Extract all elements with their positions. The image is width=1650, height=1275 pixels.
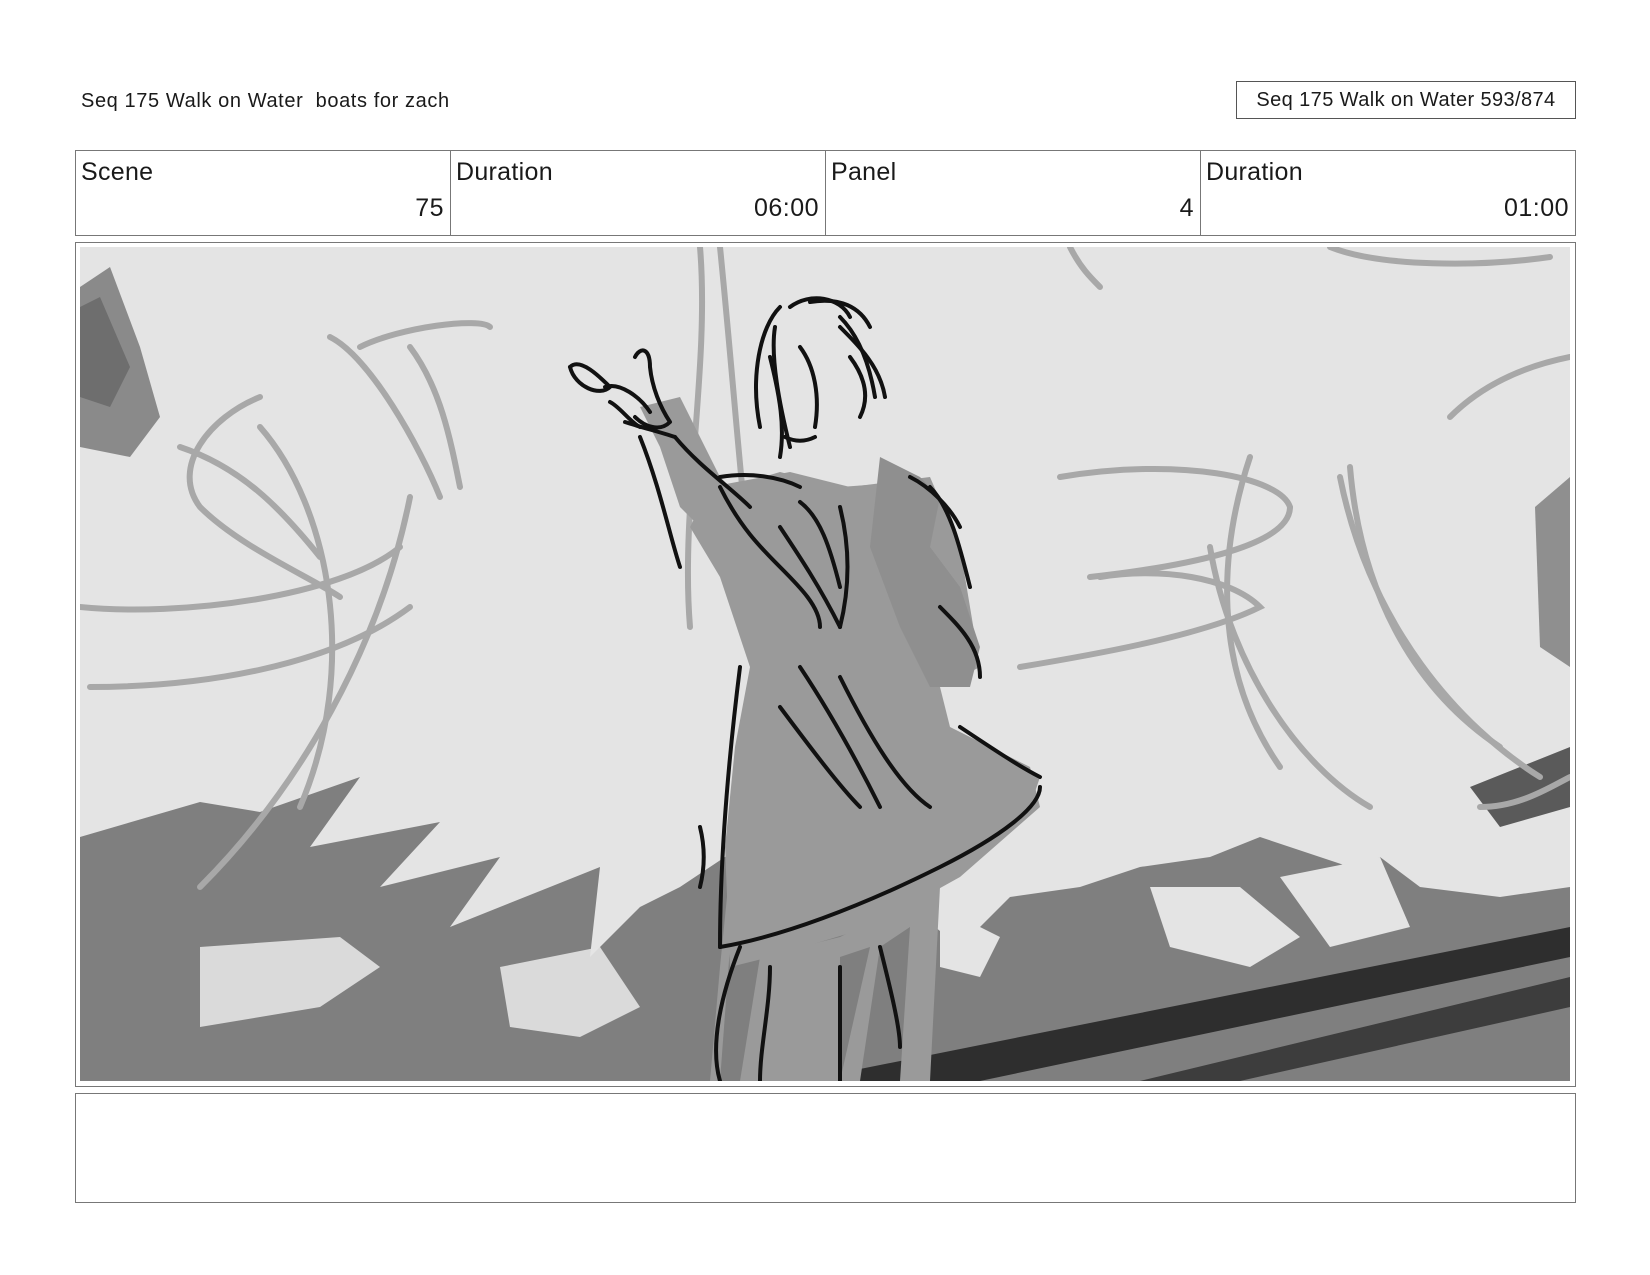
- scene-cell: Scene 75: [76, 151, 451, 235]
- panel-value: 4: [1179, 194, 1194, 222]
- panel-duration-cell: Duration 01:00: [1201, 151, 1575, 235]
- scene-duration-value: 06:00: [753, 194, 819, 222]
- scene-label: Scene: [81, 158, 154, 186]
- scene-duration-label: Duration: [456, 158, 553, 186]
- panel-notes-box: [75, 1093, 1576, 1203]
- scene-duration-cell: Duration 06:00: [451, 151, 826, 235]
- panel-info-table: Scene 75 Duration 06:00 Panel 4 Duration…: [75, 150, 1576, 236]
- panel-duration-value: 01:00: [1503, 194, 1569, 222]
- page-reference-box: Seq 175 Walk on Water 593/874: [1236, 81, 1576, 119]
- storyboard-sketch-icon: [80, 247, 1570, 1081]
- storyboard-panel-image: [80, 247, 1570, 1081]
- panel-cell: Panel 4: [826, 151, 1201, 235]
- panel-duration-label: Duration: [1206, 158, 1303, 186]
- storyboard-panel-frame: [75, 242, 1576, 1087]
- panel-label: Panel: [831, 158, 897, 186]
- scene-value: 75: [415, 194, 444, 222]
- sequence-title: Seq 175 Walk on Water boats for zach: [81, 90, 450, 112]
